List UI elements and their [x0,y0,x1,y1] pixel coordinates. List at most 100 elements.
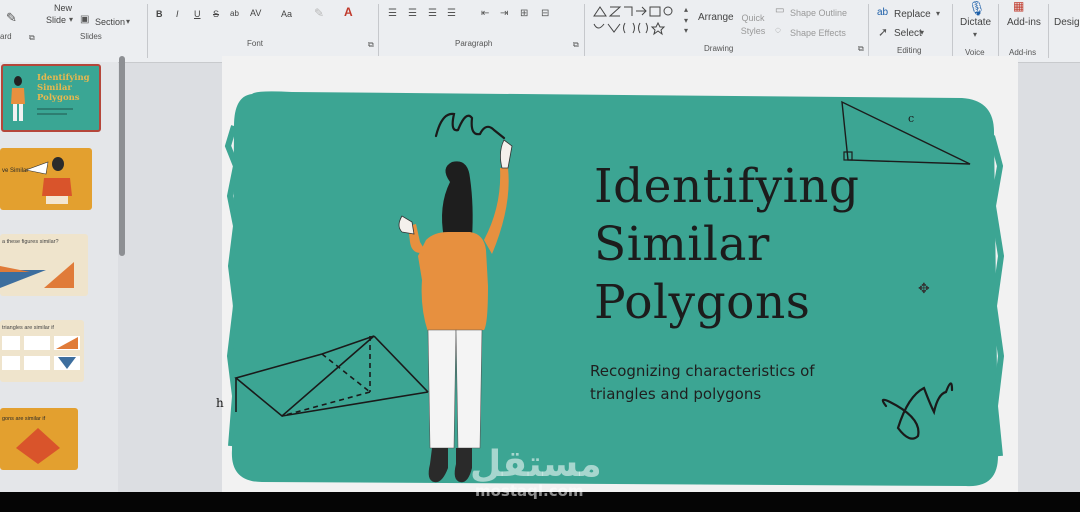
shape-outline-icon[interactable]: ▭ [775,6,784,16]
slide-title[interactable]: Identifying Similar Polygons [594,158,860,332]
select-cursor-icon: ➚ [878,25,889,39]
watermark-arabic: مستقل [470,444,602,485]
thumbnail-4-card [24,356,50,370]
slide-title-line: Identifying [594,159,860,214]
chevron-down-icon: ▾ [936,9,941,18]
italic-button[interactable]: I [176,9,179,19]
new-slide-label: New [54,3,73,13]
thumbnail-5-title: gons are similar if [2,416,46,422]
clipboard-group-label: ard [0,32,12,41]
dictate-label: Dictate [960,17,992,28]
thumbnail-1-subtitle-bar [37,113,67,115]
triangle-side-label: c [908,112,915,125]
chevron-down-icon: ▾ [973,30,978,39]
replace-icon: ab [877,7,889,18]
slide-title-line: Polygons [594,275,811,330]
thumbnail-4-triangle [58,357,76,369]
smartart-icon[interactable]: ⊟ [541,9,549,19]
font-group-label: Font [247,39,264,48]
text-direction-icon[interactable]: ⇤ [481,9,489,19]
dialog-launcher-icon[interactable]: ⧉ [29,33,35,43]
ribbon-divider [147,4,148,58]
align-right-icon[interactable]: ☰ [428,9,437,19]
ribbon-divider [1048,4,1049,58]
shape-effects-button[interactable]: Shape Effects [790,28,846,38]
ribbon-divider [378,4,379,58]
highlight-icon[interactable]: ✎ [314,7,324,19]
ribbon: ✎ ard ⧉ New Slide ▾ ▣ Section ▾ Slides B… [0,0,1080,63]
font-color-icon[interactable]: A [344,6,353,18]
gallery-scroll-down-icon[interactable]: ▾ [684,16,688,26]
slide-label: Slide [46,15,67,25]
thumbnail-1-title-line: Polygons [37,93,80,103]
thumbnail-2-title: ve Similar [2,168,29,174]
align-center-icon[interactable]: ☰ [408,9,417,19]
app-window: ✎ ard ⧉ New Slide ▾ ▣ Section ▾ Slides B… [0,0,1080,492]
watermark-url: mostaql.com [475,482,584,500]
mouse-cursor-icon: ✥ [918,280,930,296]
addins-label: Add-ins [1007,17,1041,28]
section-icon: ▣ [80,14,90,25]
ribbon-divider [868,4,869,58]
slide-subtitle-line: Recognizing characteristics of [590,362,815,380]
thumbnail-2-illustration [26,157,72,204]
thumbnail-4-card [24,336,50,350]
chevron-down-icon: ▾ [920,28,925,37]
dialog-launcher-icon[interactable]: ⧉ [858,44,864,54]
thumbnail-4-card [2,336,20,350]
strikethrough-button[interactable]: S [213,9,219,19]
indent-icon[interactable]: ⇥ [500,9,508,19]
chevron-down-icon: ▾ [126,17,131,26]
slide-subtitle-line: triangles and polygons [590,385,762,403]
prism-height-label: h [216,396,224,410]
change-case-button[interactable]: Aa [281,9,292,19]
thumbnail-girl-illustration [11,76,25,121]
quick-styles-label: Quick Styles [740,13,766,36]
ribbon-divider [952,4,953,58]
thumbnail-slide-1[interactable]: Identifying Similar Polygons [1,64,101,132]
thumbnail-slide-3[interactable]: a these figures similar? [0,234,88,296]
drawing-group-label: Drawing [704,44,734,53]
thumbnail-4-triangle [56,337,78,349]
dialog-launcher-icon[interactable]: ⧉ [368,40,374,50]
format-painter-icon[interactable]: ✎ [6,11,17,24]
thumbnail-1-title-line: Similar [37,83,72,93]
rough-edge-left [224,125,240,447]
paragraph-group-label: Paragraph [455,39,493,48]
thumbnail-1-subtitle-bar [37,108,73,110]
arrange-label: Arrange [698,12,734,23]
align-left-icon[interactable]: ☰ [388,9,397,19]
section-label: Section [95,17,126,27]
character-spacing-button[interactable]: AV [250,8,261,18]
designer-button[interactable]: Desig [1054,17,1080,28]
text-shadow-button[interactable]: ab [230,9,239,18]
thumbnail-4-title: triangles are similar if [2,325,54,331]
replace-button[interactable]: Replace [894,9,931,20]
select-button[interactable]: Select [894,28,922,39]
shape-outline-button[interactable]: Shape Outline [790,8,847,18]
microphone-icon: 🎙 [968,0,986,16]
shape-effects-icon[interactable]: ◌ [775,26,781,36]
ribbon-divider [584,4,585,58]
thumbnail-scrollbar[interactable] [119,56,125,256]
thumbnail-slide-2[interactable]: ve Similar [0,148,92,210]
slide-subtitle[interactable]: Recognizing characteristics of triangles… [590,360,815,406]
justify-icon[interactable]: ☰ [447,9,456,19]
ribbon-divider [998,4,999,58]
dialog-launcher-icon[interactable]: ⧉ [573,40,579,50]
thumbnail-3-title: a these figures similar? [2,239,59,245]
shapes-gallery-icons [593,6,673,36]
editing-group-label: Editing [897,46,922,55]
chevron-down-icon: ▾ [69,15,74,24]
underline-button[interactable]: U [194,9,201,19]
align-text-icon[interactable]: ⊞ [520,9,528,19]
slides-group-label: Slides [80,32,102,41]
slide-thumbnail-panel: Identifying Similar Polygons ve Similar … [0,62,118,492]
thumbnail-3-triangles [0,262,74,288]
gallery-scroll-up-icon[interactable]: ▴ [684,5,688,15]
gallery-expand-icon[interactable]: ▾ [684,26,688,36]
bold-button[interactable]: B [156,9,163,19]
thumbnail-1-title-line: Identifying [37,73,90,83]
watermark: مستقل mostaql.com [0,442,1080,512]
thumbnail-slide-4[interactable]: triangles are similar if [0,320,84,382]
